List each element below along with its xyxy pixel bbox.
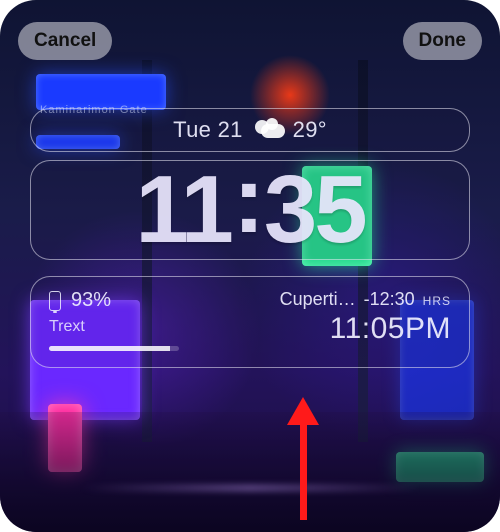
world-city: Cuperti… [280,289,356,310]
cancel-button[interactable]: Cancel [18,22,112,60]
battery-percent: 93% [71,289,111,312]
date-text: Tue 21 [173,117,242,143]
clock-minutes: 35 [264,162,365,258]
battery-bar-fill [49,346,170,351]
partly-cloudy-icon [253,119,287,141]
clock-colon: : [231,152,264,248]
widgets-slot[interactable]: 93% Trext Cuperti… -12:30 HRS 11:05PM [30,276,470,368]
clock-hours: 11 [135,162,230,258]
world-clock-widget[interactable]: Cuperti… -12:30 HRS 11:05PM [280,289,451,346]
clock-time: 11 : 35 [135,162,364,258]
battery-label: Trext [49,318,179,336]
done-button[interactable]: Done [403,22,483,60]
world-time: 11:05PM [280,312,451,346]
device-icon [49,291,61,311]
world-offset: -12:30 [364,289,415,310]
battery-widget[interactable]: 93% Trext [49,289,179,351]
battery-bar [49,346,179,351]
temperature-text: 29° [293,117,327,143]
annotation-arrow-icon [287,397,319,520]
lockscreen-editor: Kaminarimon Gate Cancel Done Tue 21 29° … [0,0,500,532]
clock-slot[interactable]: 11 : 35 [30,160,470,260]
world-offset-unit: HRS [423,294,451,308]
